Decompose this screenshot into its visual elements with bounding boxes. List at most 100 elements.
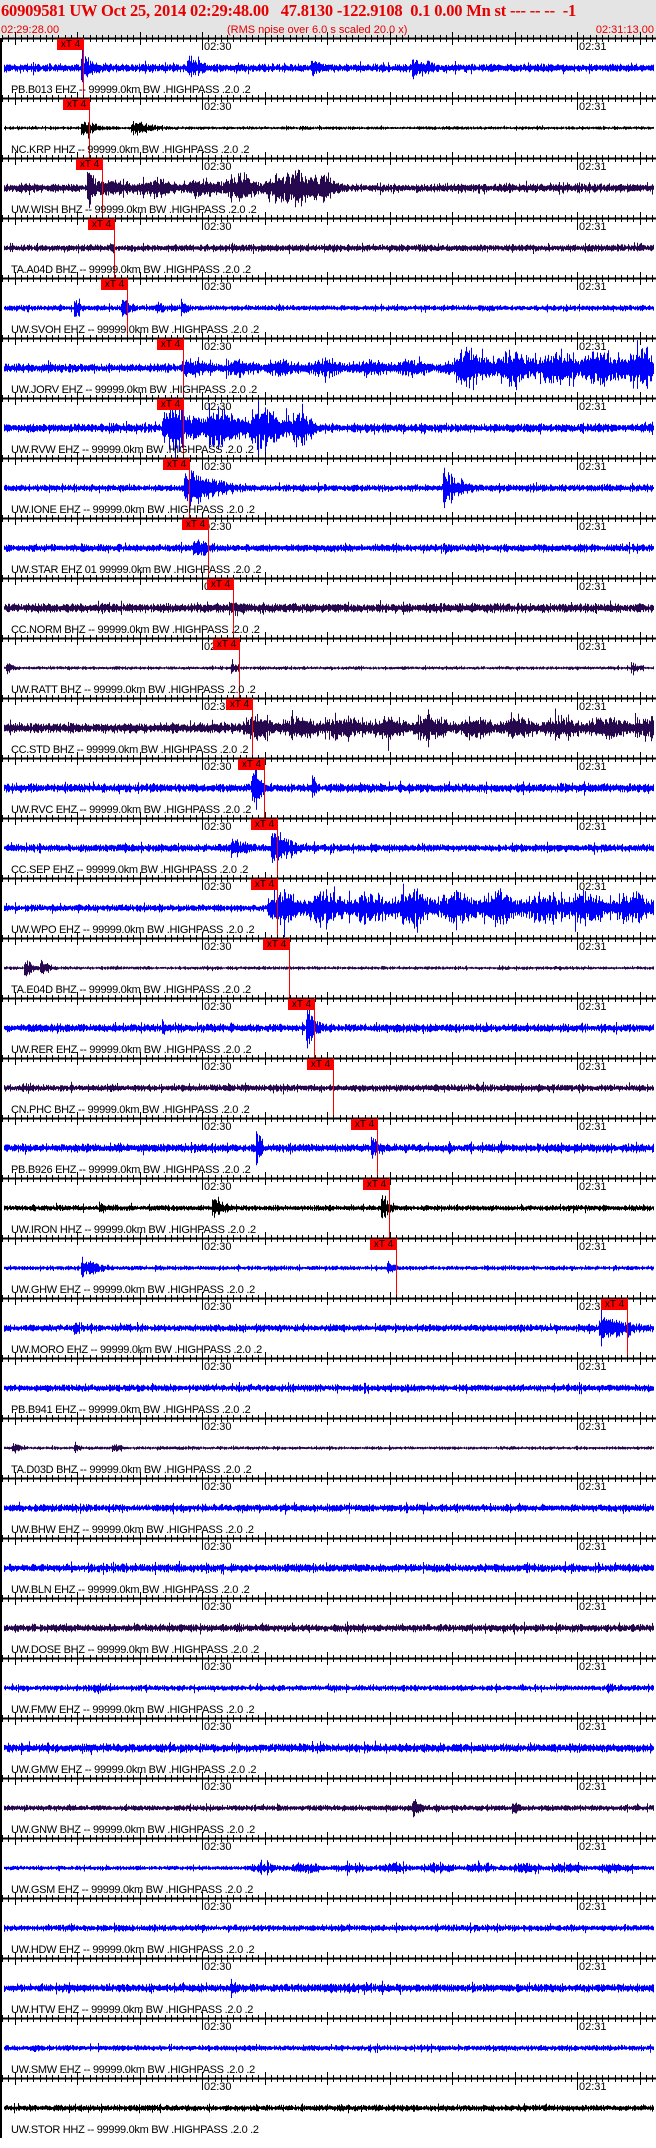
- time-label: 02:31: [579, 881, 607, 893]
- axis-ticks: [2, 1952, 653, 1970]
- time-label: 02:30: [204, 1001, 232, 1013]
- waveform: [4, 49, 654, 83]
- pick-marker[interactable]: xT 4: [251, 879, 278, 890]
- time-label: 02:30: [204, 461, 232, 473]
- axis-ticks: [2, 692, 653, 710]
- time-label: 02:31: [579, 41, 607, 53]
- axis-ticks: [2, 512, 653, 530]
- time-label: 02:30: [204, 881, 232, 893]
- pick-marker[interactable]: xT 4: [351, 1119, 378, 1130]
- pick-marker[interactable]: xT 4: [238, 759, 265, 770]
- pick-marker[interactable]: xT 4: [182, 519, 209, 530]
- axis-ticks: [2, 1892, 653, 1910]
- time-label: 02:31: [579, 2081, 607, 2093]
- time-label: 02:30: [204, 761, 232, 773]
- pick-marker[interactable]: xT 4: [57, 39, 84, 50]
- pick-marker[interactable]: xT 4: [226, 699, 253, 710]
- waveform: [4, 762, 654, 810]
- time-label: 02:30: [204, 1901, 232, 1913]
- axis-ticks: [2, 1772, 653, 1790]
- time-label: 02:30: [204, 2081, 232, 2093]
- time-label: 02:30: [204, 1841, 232, 1853]
- time-label: 02:30: [204, 1781, 232, 1793]
- axis-ticks: [2, 1592, 653, 1610]
- time-label: 02:31: [579, 281, 607, 293]
- time-label: 02:31: [579, 701, 607, 713]
- axis-ticks: [2, 752, 653, 770]
- time-label: 02:30: [204, 1961, 232, 1973]
- time-label: 02:31: [579, 1661, 607, 1673]
- time-label: 02:30: [204, 1301, 232, 1313]
- time-label: 02:31: [579, 1001, 607, 1013]
- axis-ticks: [2, 272, 653, 290]
- event-title: 60909581 UW Oct 25, 2014 02:29:48.00 47.…: [1, 1, 577, 20]
- time-label: 02:30: [204, 1241, 232, 1253]
- waveform: [4, 298, 654, 317]
- time-label: 02:31: [579, 1421, 607, 1433]
- time-label: 02:31: [579, 1481, 607, 1493]
- time-label: 02:30: [204, 821, 232, 833]
- axis-ticks: [2, 1832, 653, 1850]
- time-label: 02:30: [204, 41, 232, 53]
- waveform: [4, 1305, 654, 1347]
- pick-marker[interactable]: xT 4: [251, 819, 278, 830]
- waveform: [4, 959, 654, 977]
- time-label: 02:30: [204, 101, 232, 113]
- axis-ticks: [2, 632, 653, 650]
- time-label: 02:31: [579, 401, 607, 413]
- axis-ticks: [2, 1472, 653, 1490]
- axis-ticks: [2, 1412, 653, 1430]
- time-label: 02:30: [204, 1481, 232, 1493]
- waveform: [4, 539, 654, 556]
- time-label: 02:31: [579, 1241, 607, 1253]
- waveform: [4, 1621, 654, 1635]
- time-label: 02:31: [579, 221, 607, 233]
- axis-ticks: [2, 812, 653, 830]
- axis-ticks: [2, 32, 653, 50]
- pick-marker[interactable]: xT 4: [207, 579, 234, 590]
- time-label: 02:31: [579, 1601, 607, 1613]
- time-label: 02:30: [204, 401, 232, 413]
- pick-marker[interactable]: xT 4: [363, 1179, 390, 1190]
- pick-marker[interactable]: xT 4: [88, 219, 115, 230]
- axis-ticks: [2, 1172, 653, 1190]
- pick-marker[interactable]: xT 4: [76, 159, 103, 170]
- waveform: [4, 1859, 654, 1876]
- pick-marker[interactable]: xT 4: [163, 459, 190, 470]
- time-label: 02:30: [204, 1541, 232, 1553]
- waveform: [4, 1195, 654, 1219]
- axis-ticks: [2, 1712, 653, 1730]
- axis-ticks: [2, 452, 653, 470]
- time-label: 02:31: [579, 1121, 607, 1133]
- time-label: 02:31: [579, 581, 607, 593]
- axis-ticks: [2, 1232, 653, 1250]
- time-label: 02:31: [579, 101, 607, 113]
- axis-ticks: [2, 872, 653, 890]
- pick-marker[interactable]: xT 4: [63, 99, 90, 110]
- waveform: [4, 600, 654, 617]
- time-label: 02:30: [204, 941, 232, 953]
- pick-marker[interactable]: xT 4: [263, 939, 290, 950]
- pick-marker[interactable]: xT 4: [307, 1059, 334, 1070]
- time-label: 02:31: [579, 941, 607, 953]
- axis-ticks: [2, 1292, 653, 1310]
- time-label: 02:31: [579, 1361, 607, 1373]
- time-label: 02:31: [579, 1721, 607, 1733]
- waveform: [4, 467, 654, 509]
- time-label: 02:30: [204, 1601, 232, 1613]
- pick-marker[interactable]: xT 4: [213, 639, 240, 650]
- axis-ticks: [2, 2072, 653, 2090]
- pick-marker[interactable]: xT 4: [601, 1299, 628, 1310]
- pick-marker[interactable]: xT 4: [157, 339, 184, 350]
- pick-marker[interactable]: xT 4: [101, 279, 128, 290]
- pick-marker[interactable]: xT 4: [370, 1239, 397, 1250]
- axis-ticks: [2, 1532, 653, 1550]
- axis-ticks: [2, 332, 653, 350]
- time-label: 02:30: [204, 161, 232, 173]
- waveform: [4, 1978, 654, 1998]
- pick-marker[interactable]: xT 4: [157, 399, 184, 410]
- time-label: 02:31: [579, 1181, 607, 1193]
- time-label: 02:30: [204, 1661, 232, 1673]
- time-label: 02:31: [579, 1061, 607, 1073]
- pick-marker[interactable]: xT 4: [288, 999, 315, 1010]
